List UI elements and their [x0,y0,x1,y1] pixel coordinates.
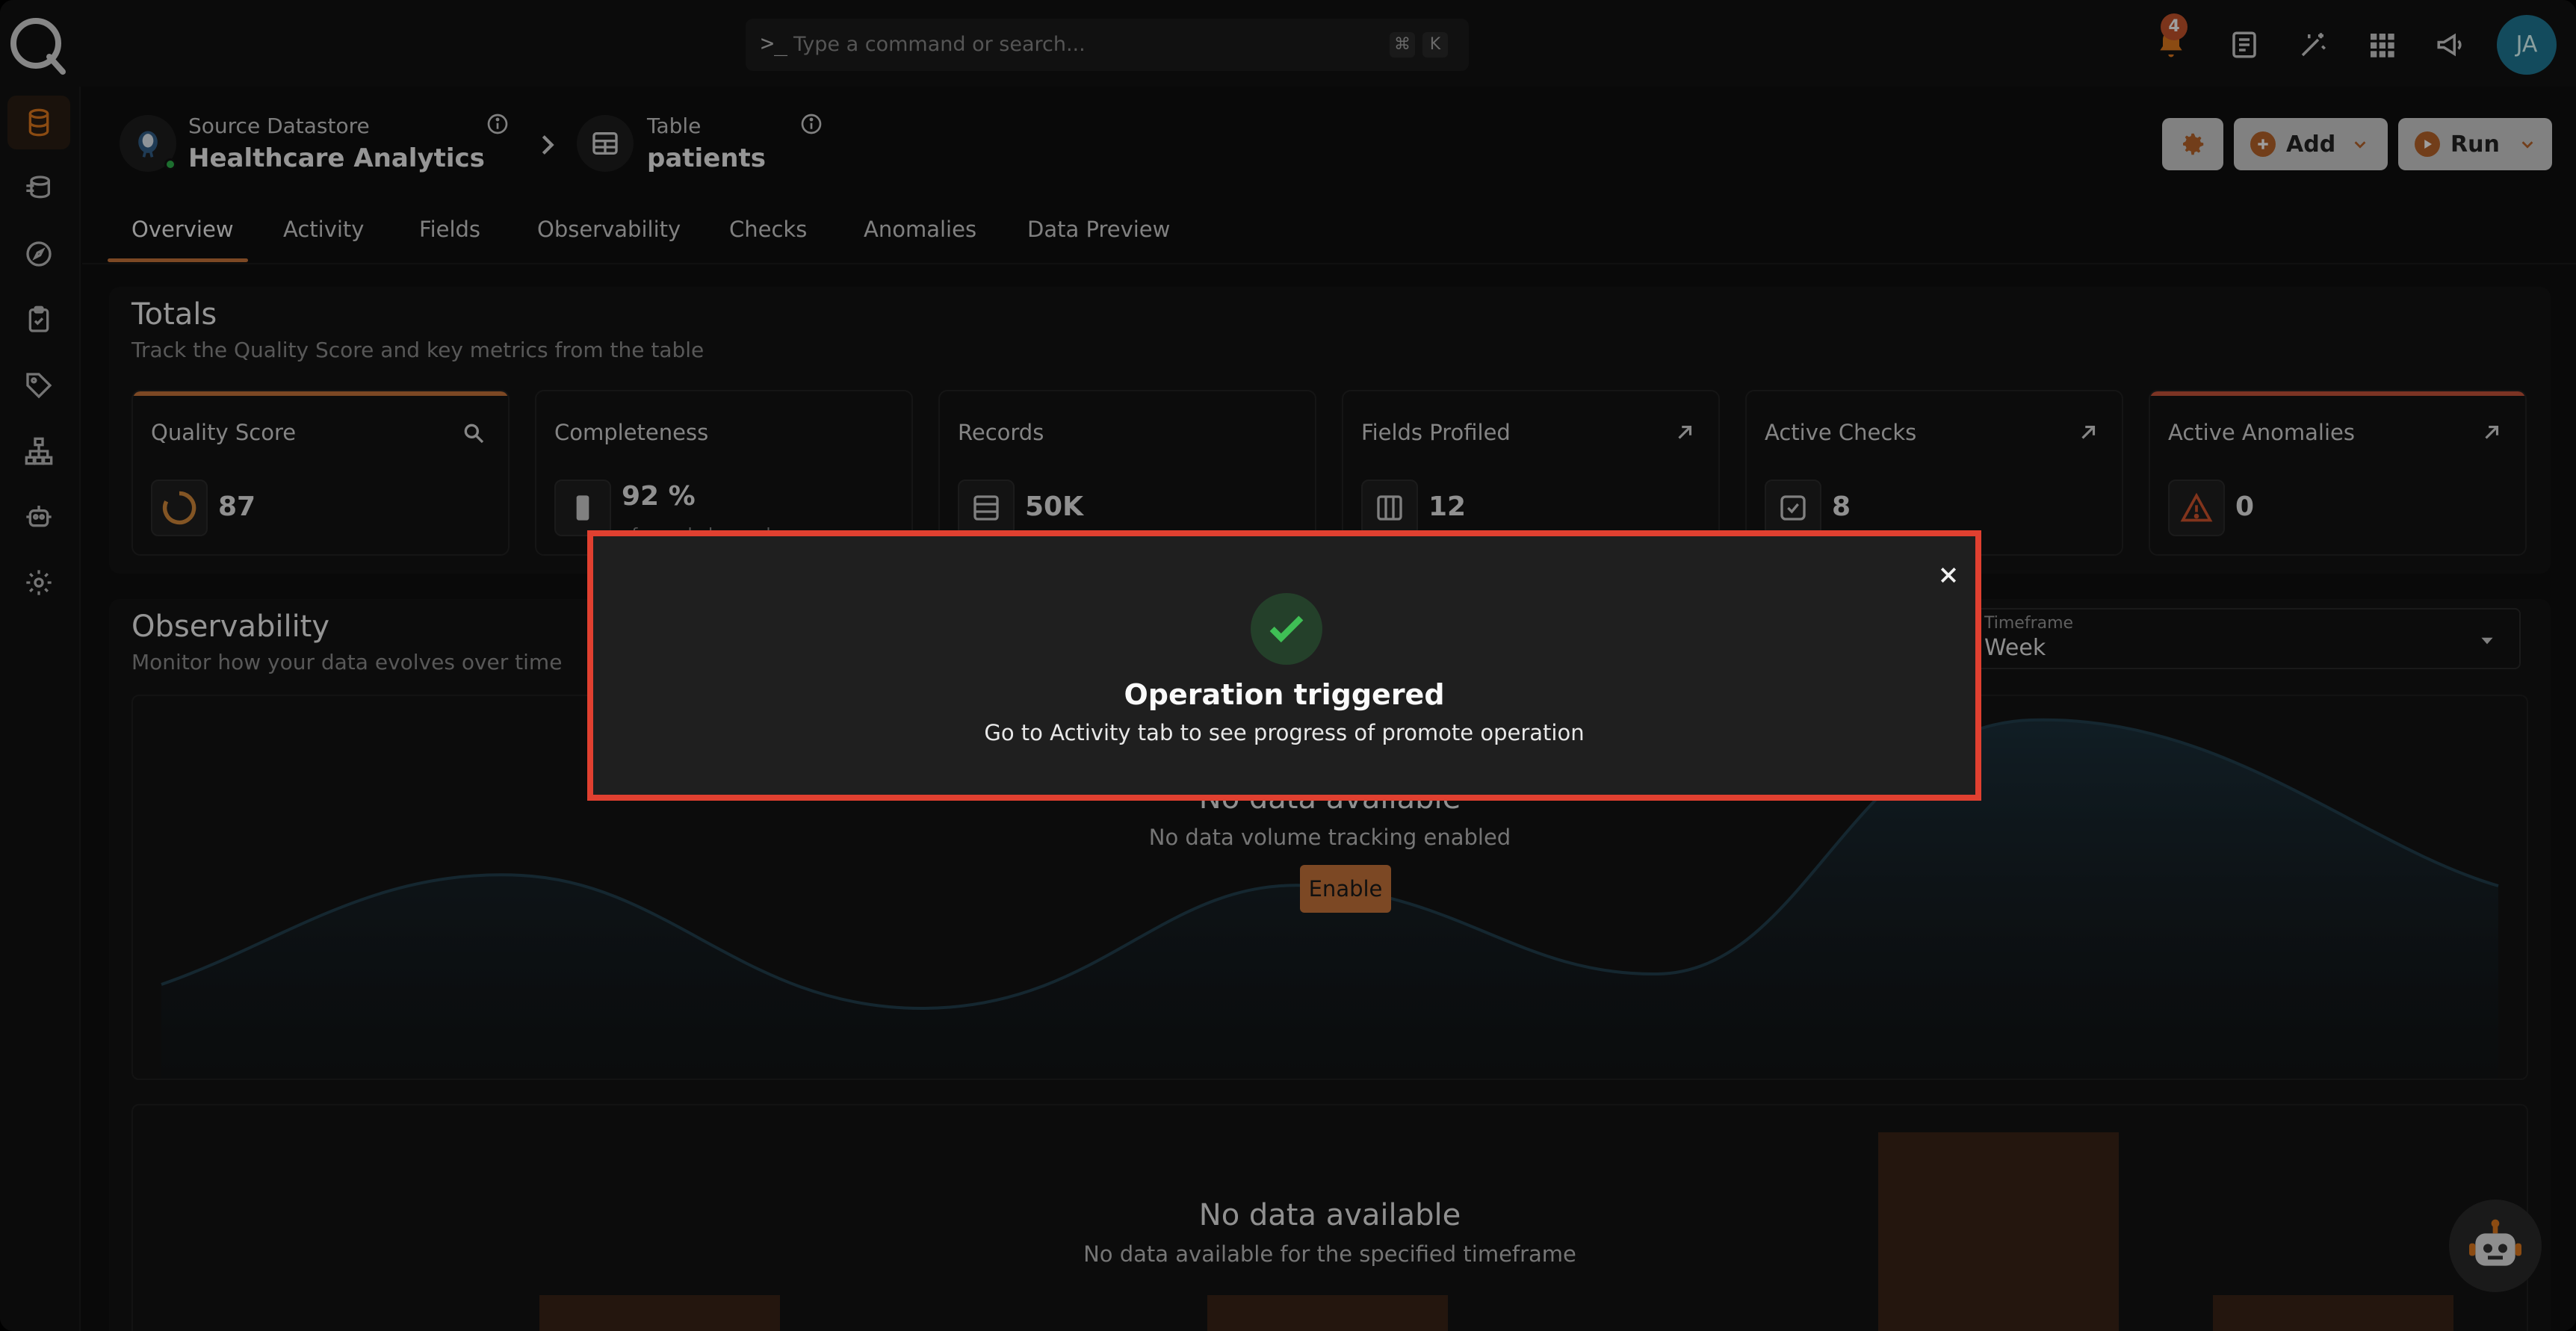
toast-title: Operation triggered [1124,678,1445,711]
app-window: >_ Type a command or search... ⌘ K 4 JA [0,0,2576,1331]
close-icon[interactable] [1931,557,1966,593]
check-icon [1251,593,1322,665]
operation-toast: Operation triggered Go to Activity tab t… [587,530,1981,801]
toast-message: Go to Activity tab to see progress of pr… [984,720,1585,745]
